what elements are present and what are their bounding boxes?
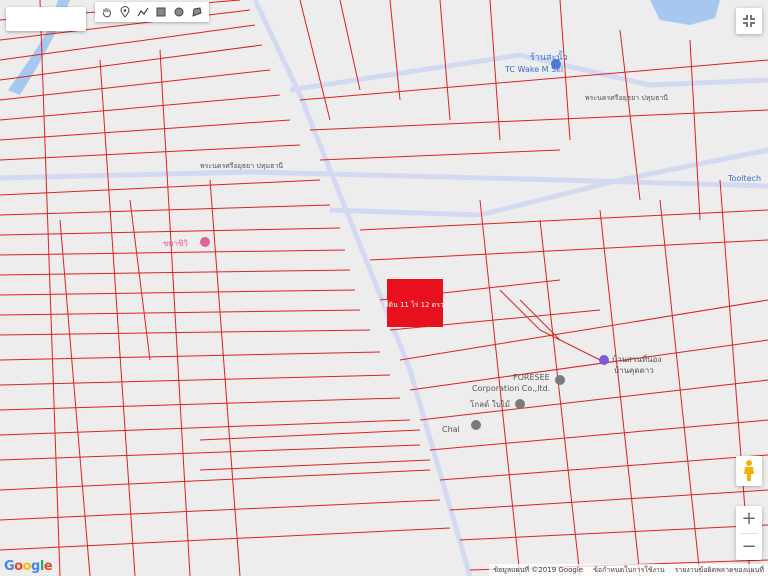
label-shop-pink: ชบาซิวิ [163, 239, 188, 248]
map-canvas[interactable]: ที่ดิน 11 ไร่ 12 ตรว. ร้านสะนั้ว TC Wake… [0, 0, 768, 576]
label-lower: โกลด์ ใบไม้ [470, 399, 510, 409]
google-logo[interactable]: Google [4, 559, 53, 574]
zoom-in-button[interactable]: + [736, 506, 762, 533]
zoom-control: + − [736, 506, 762, 560]
poi-marker-pink[interactable] [200, 237, 210, 247]
google-logo-letter: e [43, 559, 53, 574]
zoom-out-button[interactable]: − [736, 534, 762, 561]
fullscreen-icon [743, 15, 755, 27]
google-logo-letter: G [4, 559, 15, 574]
attribution-bar: ข้อมูลแผนที่ ©2019 Google ข้อกำหนดในการใ… [489, 564, 768, 576]
terms-link[interactable]: ข้อกำหนดในการใช้งาน [593, 565, 665, 576]
label-tooltech: Tooltech [727, 174, 761, 183]
label-road-left: พระนครศรีอยุธยา ปทุมธานี [200, 162, 283, 170]
report-error-link[interactable]: รายงานข้อผิดพลาดของแผนที่ [675, 565, 764, 576]
rectangle-icon[interactable] [153, 4, 169, 20]
map-data-attribution[interactable]: ข้อมูลแผนที่ ©2019 Google [493, 565, 583, 576]
poi-marker-gold[interactable] [515, 399, 525, 409]
label-foresee: FORESEE [513, 373, 550, 382]
circle-icon[interactable] [171, 4, 187, 20]
search-input[interactable] [6, 7, 86, 31]
label-corp: Corporation Co.,ltd. [472, 384, 550, 393]
street-view-pegman[interactable] [736, 456, 762, 486]
poi-marker-right[interactable] [599, 355, 609, 365]
drawing-toolbar [95, 2, 209, 22]
hand-icon[interactable] [99, 4, 115, 20]
fullscreen-button[interactable] [736, 8, 762, 34]
polygon-icon[interactable] [189, 4, 205, 20]
label-right-shop: บ้านสวนที่นอง [612, 353, 661, 364]
google-logo-letter: o [22, 559, 32, 574]
label-lower2: Chal [442, 425, 460, 434]
marker-icon[interactable] [117, 4, 133, 20]
pegman-icon [744, 460, 754, 481]
poi-marker-foresee[interactable] [555, 375, 565, 385]
poi-marker-chal[interactable] [471, 420, 481, 430]
highlight-parcel-label: ที่ดิน 11 ไร่ 12 ตรว. [384, 300, 446, 309]
polyline-icon[interactable] [135, 4, 151, 20]
label-tc-wake: TC Wake M Ski [504, 65, 563, 74]
label-road-top-right: พระนครศรีอยุธยา ปทุมธานี [585, 94, 668, 102]
label-right-shop2: บ้านคุดดาว [614, 366, 654, 375]
google-logo-letter: o [14, 559, 23, 574]
google-logo-letter: g [31, 559, 40, 574]
